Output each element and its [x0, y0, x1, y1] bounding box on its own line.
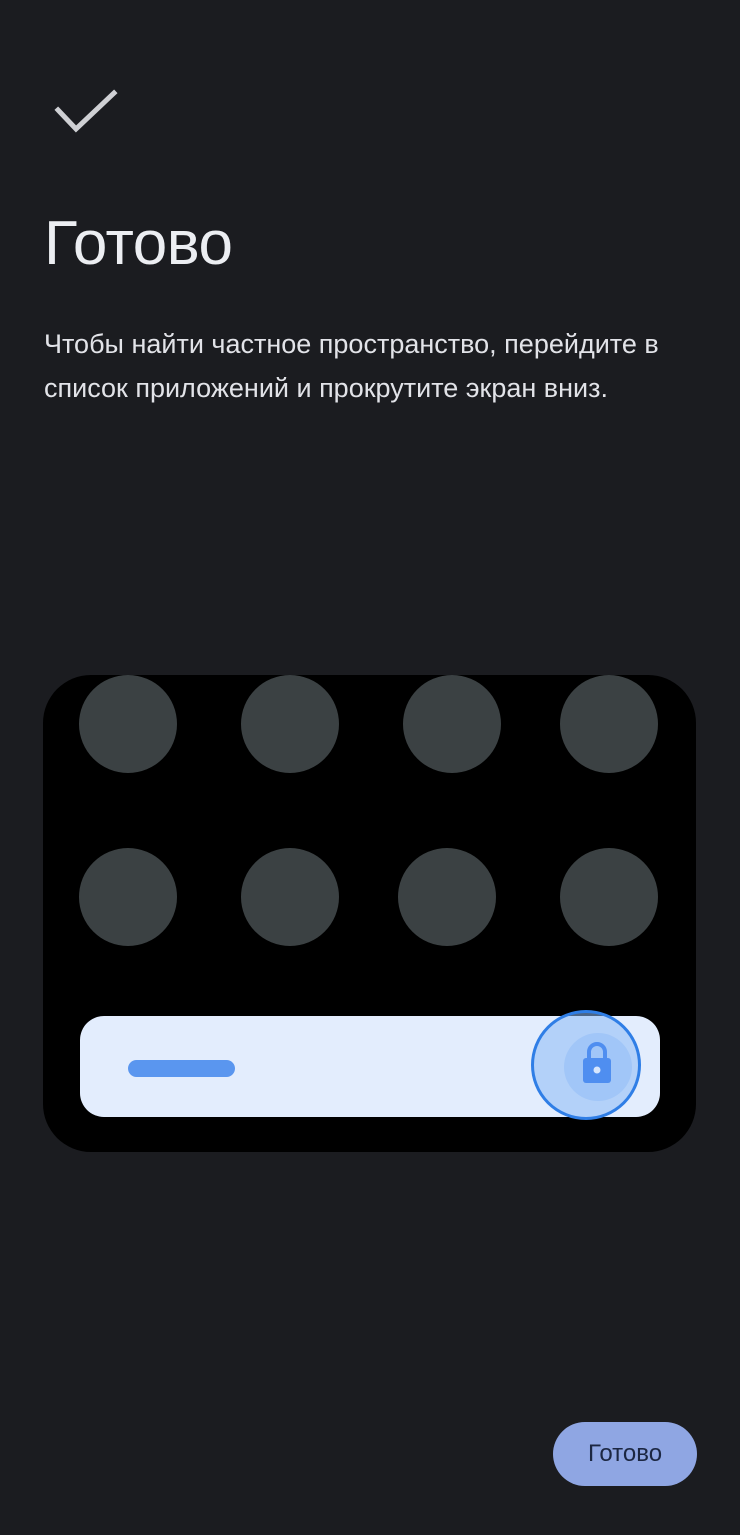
app-icon-placeholder — [398, 848, 496, 946]
lock-highlight — [531, 1010, 641, 1120]
app-icon-placeholder — [560, 675, 658, 773]
page-description: Чтобы найти частное пространство, перейд… — [44, 329, 659, 403]
lock-icon — [583, 1042, 611, 1083]
bar-handle — [128, 1060, 235, 1077]
done-button[interactable]: Готово — [553, 1422, 697, 1486]
app-icon-placeholder — [79, 848, 177, 946]
page-title: Готово — [44, 209, 233, 278]
app-icon-placeholder — [241, 675, 339, 773]
app-icon-placeholder — [560, 848, 658, 946]
private-space-illustration — [43, 675, 696, 1152]
app-icon-placeholder — [79, 675, 177, 773]
app-icon-placeholder — [403, 675, 501, 773]
check-icon — [54, 89, 118, 133]
app-icon-placeholder — [241, 848, 339, 946]
